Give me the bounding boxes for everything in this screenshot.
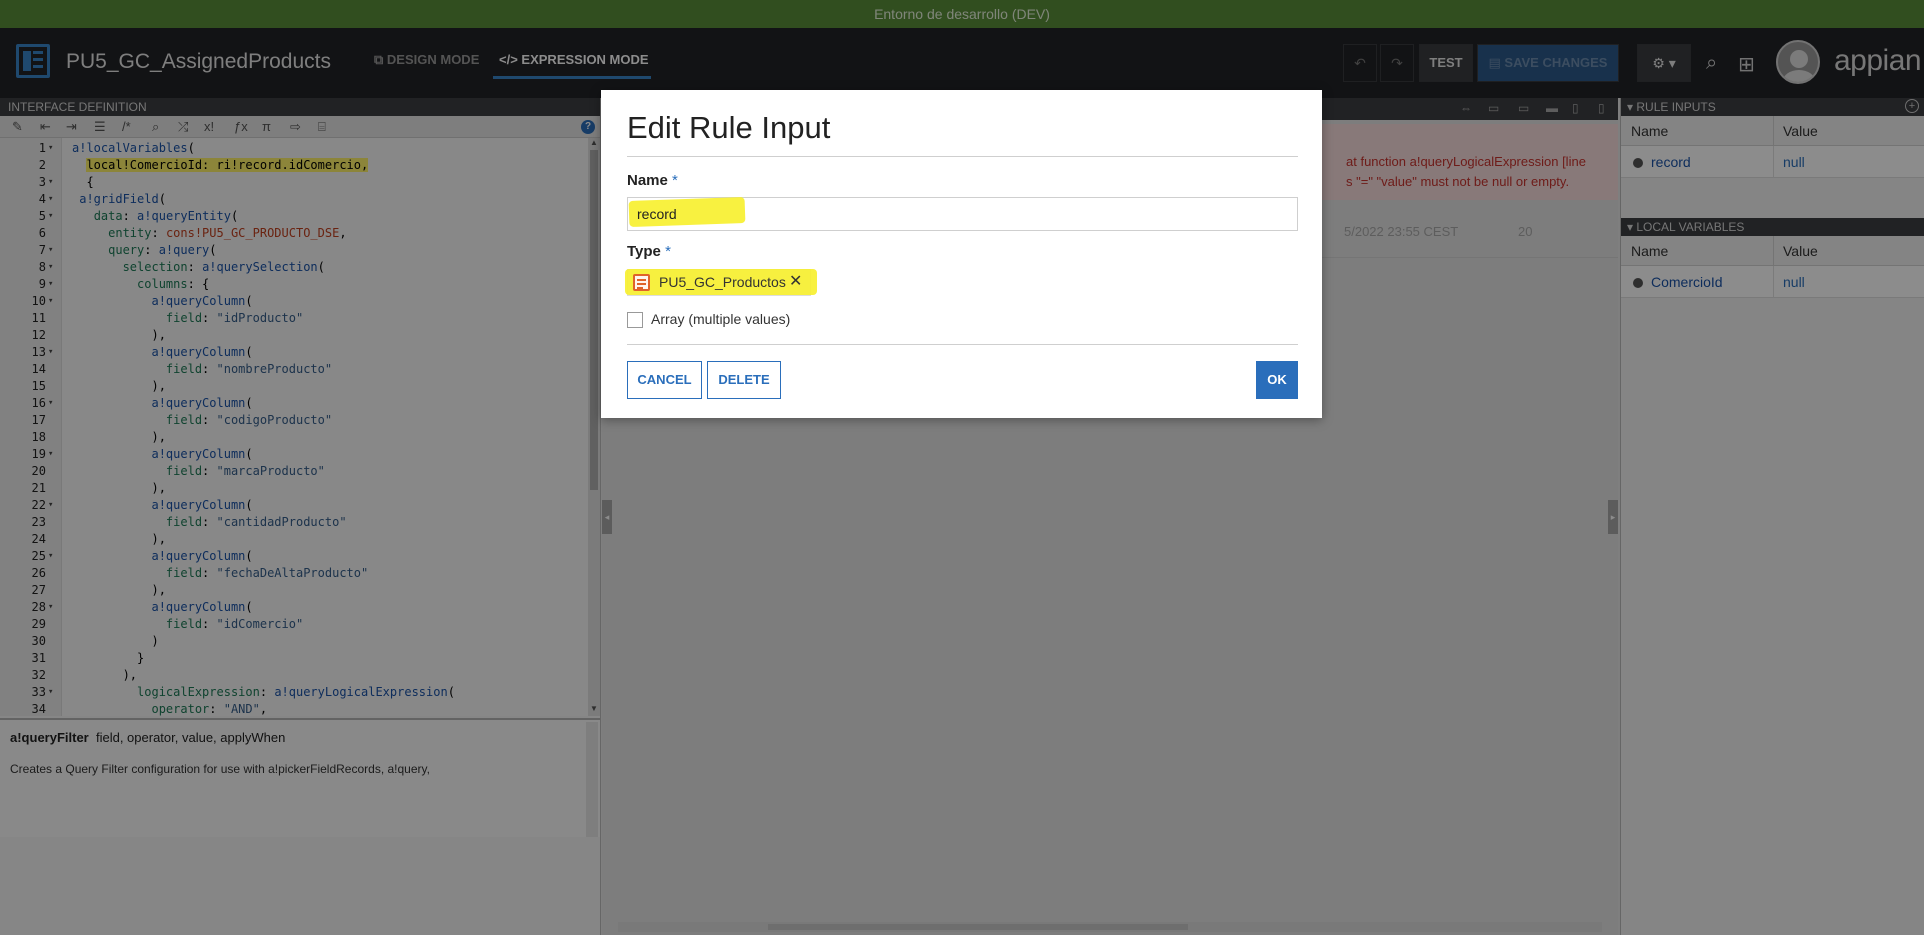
cancel-button[interactable]: CANCEL bbox=[627, 361, 702, 399]
remove-type-icon[interactable]: ✕ bbox=[789, 271, 802, 291]
array-checkbox-label[interactable]: Array (multiple values) bbox=[651, 311, 790, 327]
name-label: Name * bbox=[627, 172, 678, 189]
edit-rule-input-dialog: Edit Rule Input Name * record Type * PU5… bbox=[601, 90, 1322, 418]
data-type-icon bbox=[633, 274, 650, 291]
delete-button[interactable]: DELETE bbox=[707, 361, 781, 399]
type-label: Type * bbox=[627, 243, 671, 260]
array-checkbox[interactable] bbox=[627, 312, 643, 328]
divider bbox=[627, 344, 1298, 345]
ok-button[interactable]: OK bbox=[1256, 361, 1298, 399]
divider bbox=[627, 156, 1298, 157]
dialog-title: Edit Rule Input bbox=[627, 110, 831, 145]
name-input-value: record bbox=[637, 206, 677, 222]
type-name: PU5_GC_Productos bbox=[659, 274, 786, 290]
